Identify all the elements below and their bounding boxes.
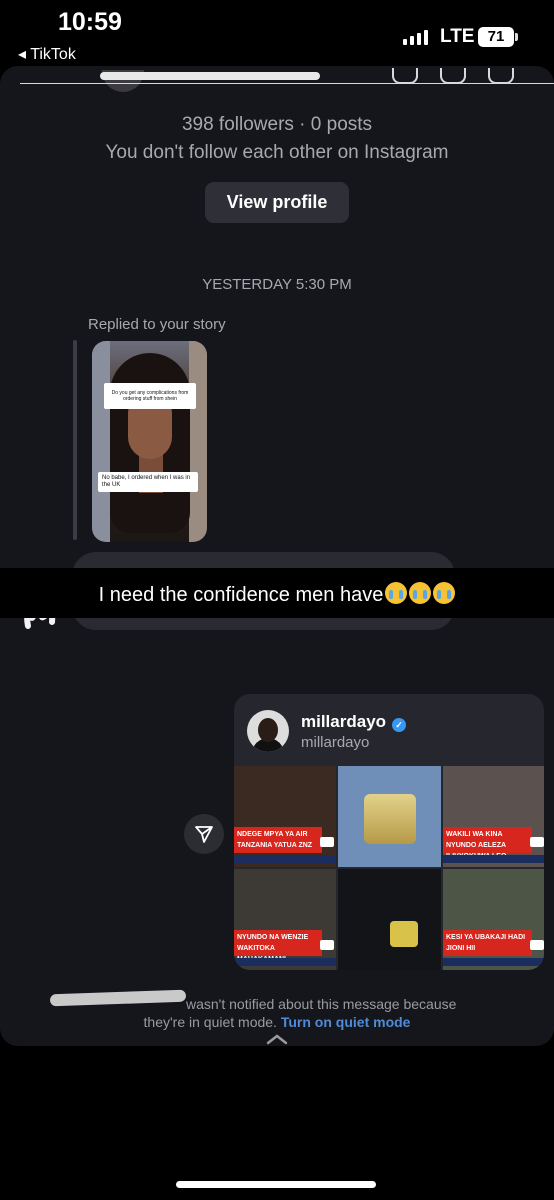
share-icon	[195, 826, 213, 843]
post-author-name[interactable]: millardayo ✓	[301, 712, 407, 732]
turn-on-quiet-mode-link[interactable]: Turn on quiet mode	[281, 1014, 411, 1030]
post-grid-tile[interactable]	[338, 766, 441, 867]
news-banner: WAKILI WA KINA NYUNDO AELEZA ILIVYOKUWA …	[443, 827, 532, 860]
news-ticker	[443, 958, 544, 966]
channel-logo-icon	[530, 837, 544, 847]
channel-logo-icon	[320, 837, 334, 847]
flag-icon[interactable]	[488, 68, 514, 84]
crying-face-icon	[409, 582, 432, 604]
redaction-mark	[100, 72, 320, 80]
video-icon[interactable]	[440, 68, 466, 84]
home-indicator[interactable]	[176, 1181, 376, 1188]
crying-face-icon	[385, 582, 408, 604]
quiet-mode-text: they're in quiet mode.	[143, 1014, 277, 1030]
battery-indicator: 71	[478, 27, 518, 47]
story-answer: No babe, I ordered when I was in the UK	[98, 472, 198, 492]
status-time: 10:59	[58, 8, 122, 36]
shared-post-card[interactable]: millardayo ✓ millardayo NDEGE MPYA YA AIR…	[234, 694, 544, 970]
post-grid-tile[interactable]: KESI YA UBAKAJI HADI JIONI HII	[443, 869, 544, 970]
share-button[interactable]	[184, 814, 224, 854]
chevron-up-icon[interactable]	[265, 1032, 289, 1046]
verified-badge-icon: ✓	[392, 718, 407, 732]
channel-logo-icon	[320, 940, 334, 950]
story-question: Do you get any complications from orderi…	[104, 383, 196, 409]
news-banner: NDEGE MPYA YA AIR TANZANIA YATUA ZNZ	[234, 827, 322, 853]
network-label: LTE	[440, 26, 475, 47]
handbag-photo	[364, 794, 416, 844]
post-avatar[interactable]	[247, 710, 289, 752]
post-grid-tile[interactable]	[338, 869, 441, 970]
replied-label: Replied to your story	[88, 316, 226, 333]
overlay-caption: I need the confidence men have	[0, 582, 554, 607]
message-timestamp: YESTERDAY 5:30 PM	[202, 276, 352, 293]
view-profile-button[interactable]: View profile	[205, 182, 349, 223]
crying-face-icon	[433, 582, 456, 604]
back-to-app-link[interactable]: ◂ TikTok	[18, 44, 76, 64]
reply-indicator-bar	[73, 340, 77, 540]
follow-status: You don't follow each other on Instagram	[105, 142, 449, 163]
news-ticker	[234, 855, 336, 863]
channel-logo-icon	[530, 940, 544, 950]
quiet-mode-notice-line2: they're in quiet mode. Turn on quiet mod…	[0, 1014, 554, 1030]
post-grid-tile[interactable]: NYUNDO NA WENZIE WAKITOKA MAHAKAMANI	[234, 869, 336, 970]
night-street-photo	[390, 921, 418, 947]
signal-icon	[403, 30, 428, 45]
news-ticker	[234, 958, 336, 966]
news-ticker	[443, 855, 544, 863]
post-grid-tile[interactable]: NDEGE MPYA YA AIR TANZANIA YATUA ZNZ	[234, 766, 336, 867]
header-divider	[20, 83, 554, 84]
post-grid-tile[interactable]: WAKILI WA KINA NYUNDO AELEZA ILIVYOKUWA …	[443, 766, 544, 867]
redaction-mark	[49, 989, 187, 1007]
post-author-label: millardayo	[301, 712, 387, 731]
chat-panel: 398 followers · 0 posts You don't follow…	[0, 66, 554, 1046]
news-banner: KESI YA UBAKAJI HADI JIONI HII	[443, 930, 532, 956]
story-thumbnail[interactable]: Do you get any complications from orderi…	[92, 341, 207, 542]
phone-icon[interactable]	[392, 68, 418, 84]
caption-text: I need the confidence men have	[98, 584, 384, 606]
post-image-grid: NDEGE MPYA YA AIR TANZANIA YATUA ZNZ WAKI…	[234, 766, 544, 970]
chat-header	[20, 68, 554, 92]
quiet-mode-notice: wasn't notified about this message becau…	[186, 996, 457, 1012]
followers-count: 398 followers · 0 posts	[181, 114, 373, 135]
post-author-handle: millardayo	[301, 734, 370, 751]
news-banner: NYUNDO NA WENZIE WAKITOKA MAHAKAMANI	[234, 930, 322, 963]
